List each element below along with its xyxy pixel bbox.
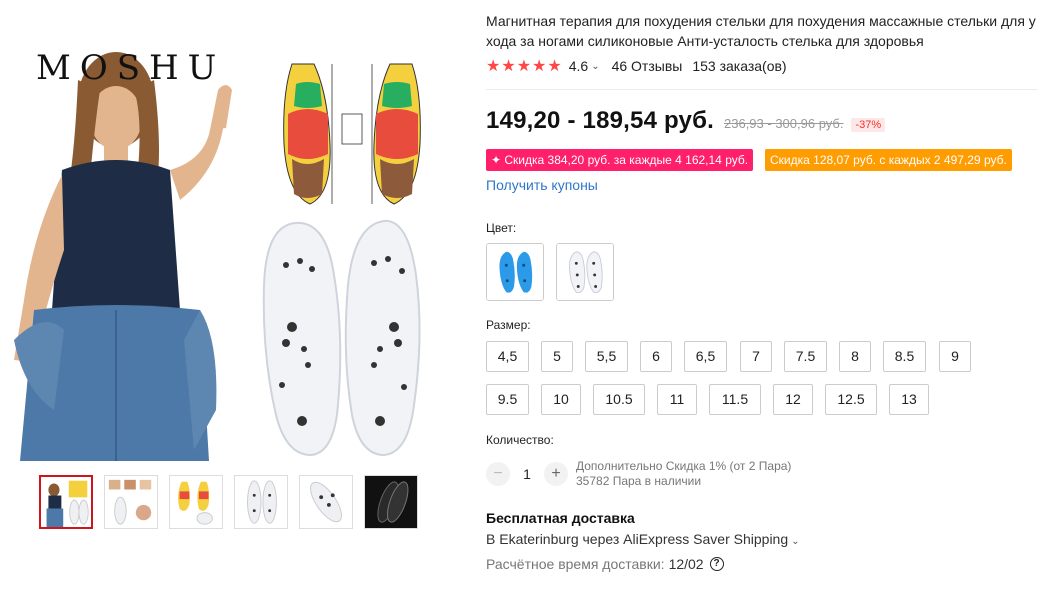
- quantity-note: Дополнительно Скидка 1% (от 2 Пара) 3578…: [576, 459, 791, 489]
- color-option-blue[interactable]: [486, 243, 544, 301]
- size-option[interactable]: 8.5: [883, 341, 926, 372]
- size-option[interactable]: 13: [889, 384, 929, 415]
- size-option[interactable]: 6: [640, 341, 672, 372]
- product-title: Магнитная терапия для похудения стельки …: [486, 13, 1036, 49]
- size-option[interactable]: 11: [657, 384, 697, 415]
- size-option[interactable]: 5: [541, 341, 573, 372]
- store-promo-orange[interactable]: Скидка 128,07 руб. с каждых 2 497,29 руб…: [765, 149, 1012, 171]
- old-price: 236,93 - 300,96 руб.: [724, 116, 844, 131]
- thumbnail-3[interactable]: [169, 475, 223, 529]
- stock-note: 35782 Пара в наличии: [576, 474, 702, 488]
- size-option[interactable]: 9.5: [486, 384, 529, 415]
- price-row: 149,20 - 189,54 руб. 236,93 - 300,96 руб…: [486, 107, 886, 135]
- size-option[interactable]: 4,5: [486, 341, 529, 372]
- shipping-route-text[interactable]: В Ekaterinburg через AliExpress Saver Sh…: [486, 531, 788, 547]
- thumbnail-5[interactable]: [299, 475, 353, 529]
- quantity-stepper: − 1 + Дополнительно Скидка 1% (от 2 Пара…: [486, 459, 791, 489]
- chevron-down-icon[interactable]: ⌄: [591, 61, 599, 72]
- color-label: Цвет:: [486, 221, 517, 235]
- delivery-estimate-label: Расчётное время доставки:: [486, 556, 665, 572]
- orders-count: 153 заказа(ов): [692, 58, 787, 74]
- quantity-decrease-button[interactable]: −: [486, 462, 510, 486]
- thumbnail-2[interactable]: [104, 475, 158, 529]
- size-option[interactable]: 11.5: [709, 384, 761, 415]
- shipping-title: Бесплатная доставка: [486, 510, 635, 526]
- current-price: 149,20 - 189,54 руб.: [486, 107, 714, 134]
- quantity-value[interactable]: 1: [510, 466, 544, 482]
- brand-logo: MOSHU: [36, 48, 226, 88]
- get-coupons-link[interactable]: Получить купоны: [486, 177, 598, 193]
- size-option[interactable]: 9: [939, 341, 971, 372]
- store-promo-pink[interactable]: ✦ Скидка 384,20 руб. за каждые 4 162,14 …: [486, 149, 754, 171]
- quantity-increase-button[interactable]: +: [544, 462, 568, 486]
- thumbnail-1[interactable]: [39, 475, 93, 529]
- size-option[interactable]: 5,5: [585, 341, 628, 372]
- delivery-estimate: Расчётное время доставки: 12/02 ?: [486, 556, 724, 572]
- size-option[interactable]: 10.5: [593, 384, 645, 415]
- main-product-image[interactable]: MOSHU: [4, 10, 453, 461]
- rating-value[interactable]: 4.6: [569, 58, 588, 74]
- size-option[interactable]: 12: [773, 384, 813, 415]
- thumbnail-6[interactable]: [364, 475, 418, 529]
- size-option[interactable]: 12.5: [825, 384, 877, 415]
- thumbnail-4[interactable]: [234, 475, 288, 529]
- size-option[interactable]: 7: [740, 341, 772, 372]
- size-option[interactable]: 8: [839, 341, 871, 372]
- size-option[interactable]: 7.5: [784, 341, 827, 372]
- rating-row: ★★★★★ 4.6 ⌄ 46 Отзывы 153 заказа(ов): [486, 57, 787, 75]
- size-label: Размер:: [486, 318, 531, 332]
- rating-stars: ★★★★★: [486, 58, 563, 75]
- reviews-link[interactable]: 46 Отзывы: [612, 58, 683, 74]
- discount-badge: -37%: [851, 118, 886, 132]
- help-icon[interactable]: ?: [709, 557, 724, 571]
- quantity-label: Количество:: [486, 433, 554, 447]
- divider: [486, 89, 1037, 90]
- delivery-estimate-date: 12/02: [668, 556, 704, 572]
- size-option[interactable]: 10: [541, 384, 581, 415]
- size-option[interactable]: 6,5: [684, 341, 727, 372]
- shipping-route[interactable]: В Ekaterinburg через AliExpress Saver Sh…: [486, 531, 800, 547]
- color-option-clear[interactable]: [556, 243, 614, 301]
- bulk-discount-note: Дополнительно Скидка 1% (от 2 Пара): [576, 459, 792, 473]
- chevron-down-icon[interactable]: ⌄: [791, 536, 799, 547]
